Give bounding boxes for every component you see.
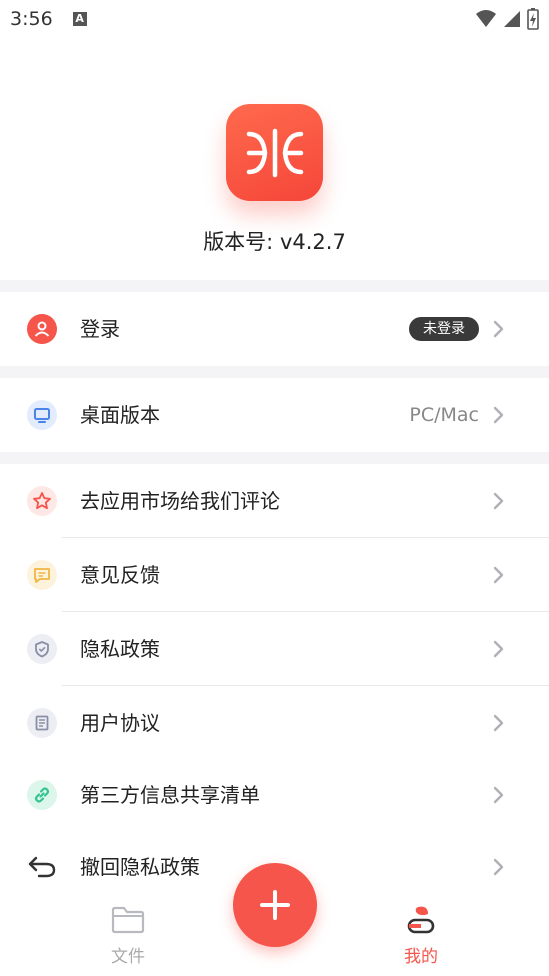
third-party-sharing-label: 第三方信息共享清单 [80,783,260,807]
status-indicators [475,8,539,30]
battery-charging-icon [527,8,539,30]
chevron-right-icon [493,714,504,732]
privacy-policy-row[interactable]: 隐私政策 [0,612,549,686]
nav-mine-tab[interactable]: 我的 [361,892,481,976]
login-status-badge: 未登录 [409,317,479,341]
chevron-right-icon [493,786,504,804]
user-agreement-row[interactable]: 用户协议 [0,686,549,760]
login-row[interactable]: 登录 未登录 [0,292,549,366]
user-icon [27,314,57,344]
add-button[interactable] [233,863,317,947]
feedback-row[interactable]: 意见反馈 [0,538,549,612]
chevron-right-icon [493,320,504,338]
undo-icon [27,852,57,882]
folder-icon [111,906,145,934]
nav-files-label: 文件 [111,947,145,967]
desktop-version-row[interactable]: 桌面版本 PC/Mac [0,378,549,452]
feedback-label: 意见反馈 [80,563,160,587]
app-logo-mark-icon [246,128,303,177]
privacy-policy-label: 隐私政策 [80,637,160,661]
nav-files-tab[interactable]: 文件 [68,892,188,976]
message-icon [27,560,57,590]
shield-icon [27,634,57,664]
app-info-header: 版本号: v4.2.7 [0,38,549,280]
wifi-icon [476,10,496,27]
star-icon [27,486,57,516]
user-agreement-label: 用户协议 [80,711,160,735]
nav-mine-label: 我的 [404,947,438,967]
section-gap [0,280,549,292]
chevron-right-icon [493,492,504,510]
chevron-right-icon [493,640,504,658]
status-bar: 3:56 A [0,0,549,38]
cellular-signal-icon [504,11,520,27]
third-party-sharing-row[interactable]: 第三方信息共享清单 [0,758,549,832]
plus-icon [260,890,290,920]
chevron-right-icon [493,858,504,876]
user-profile-icon [407,906,435,934]
app-logo [226,104,323,201]
desktop-version-label: 桌面版本 [80,403,160,427]
notification-a-icon: A [72,12,87,26]
login-label: 登录 [80,317,120,341]
chevron-right-icon [493,406,504,424]
section-gap [0,366,549,378]
app-store-review-row[interactable]: 去应用市场给我们评论 [0,464,549,538]
desktop-version-value: PC/Mac [409,404,479,426]
status-time: 3:56 [10,8,53,30]
link-icon [27,780,57,810]
app-version-label: 版本号: v4.2.7 [203,230,346,254]
app-store-review-label: 去应用市场给我们评论 [80,489,280,513]
document-icon [27,708,57,738]
monitor-icon [27,400,57,430]
section-gap [0,452,549,464]
chevron-right-icon [493,566,504,584]
